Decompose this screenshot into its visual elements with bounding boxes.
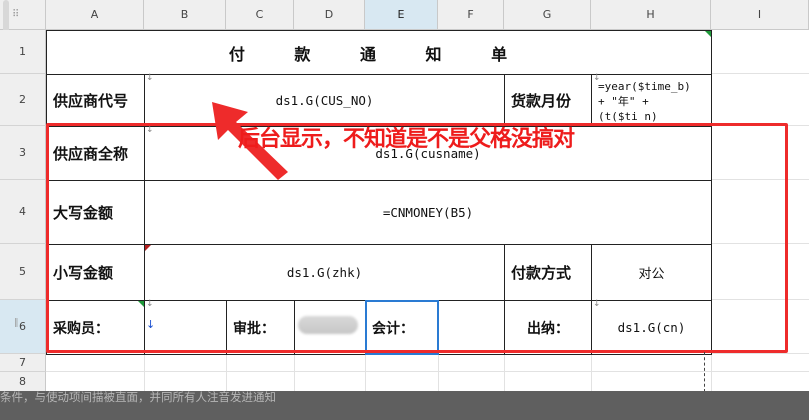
grid-icon: ⠿ — [12, 9, 19, 20]
gridline — [365, 354, 366, 392]
spreadsheet: ⠿ A B C D E F G H I 1 2 3 4 5 6 7 8 ‖ 付 … — [0, 0, 809, 393]
gridline — [226, 354, 227, 392]
gridline — [711, 73, 809, 74]
payment-month-label-cell[interactable]: 货款月份 — [504, 74, 592, 127]
form-title: 付 款 通 知 单 — [228, 44, 530, 64]
gridline — [504, 354, 505, 392]
column-header-b[interactable]: B — [144, 0, 226, 30]
gridline — [438, 354, 439, 392]
status-text: 条件，与使动项间描被直面，并同所有人注音发进通知 — [0, 390, 276, 404]
supplier-code-cell[interactable]: ds1.G(CUS_NO) — [144, 74, 505, 127]
gridline — [591, 354, 592, 392]
red-highlight-box — [46, 123, 788, 353]
column-header-i[interactable]: I — [711, 0, 809, 30]
column-header-g[interactable]: G — [504, 0, 591, 30]
green-corner-marker — [705, 31, 711, 37]
payment-month-cell[interactable]: =year($time_b) + "年" + (t($ti n) — [591, 74, 712, 127]
column-header-f[interactable]: F — [438, 0, 504, 30]
supplier-code-label: 供应商代号 — [53, 92, 129, 110]
gridline — [711, 353, 809, 354]
gridline — [46, 371, 809, 372]
column-header-e[interactable]: E — [365, 0, 438, 30]
payment-month-label: 货款月份 — [511, 92, 572, 110]
row-header-3[interactable]: 3 — [0, 126, 46, 180]
page-break-line — [704, 352, 705, 392]
payment-month-formula: =year($time_b) + "年" + (t($ti n) — [598, 80, 691, 123]
annotation-text: 后台显示，不知道是不是父格没搞对 — [238, 127, 575, 152]
row-header-5[interactable]: 5 — [0, 244, 46, 300]
row-header-2[interactable]: 2 — [0, 74, 46, 126]
column-header-c[interactable]: C — [226, 0, 294, 30]
column-header-d[interactable]: D — [294, 0, 365, 30]
supplier-code-label-cell[interactable]: 供应商代号 — [46, 74, 145, 127]
column-header-h[interactable]: H — [591, 0, 711, 30]
column-header-a[interactable]: A — [46, 0, 144, 30]
gridline — [144, 354, 145, 392]
row-header-6[interactable]: 6 — [0, 300, 46, 354]
row-header-1[interactable]: 1 — [0, 30, 46, 74]
gridline — [294, 354, 295, 392]
row-resize-handle[interactable]: ‖ — [14, 318, 19, 328]
down-arrow-icon: ↓ — [146, 73, 154, 83]
row-header-4[interactable]: 4 — [0, 180, 46, 244]
down-arrow-icon: ↓ — [593, 73, 601, 83]
form-title-cell[interactable]: 付 款 通 知 单 — [46, 30, 712, 75]
row-header-7[interactable]: 7 — [0, 354, 46, 372]
status-bar: 条件，与使动项间描被直面，并同所有人注音发进通知 — [0, 390, 809, 420]
